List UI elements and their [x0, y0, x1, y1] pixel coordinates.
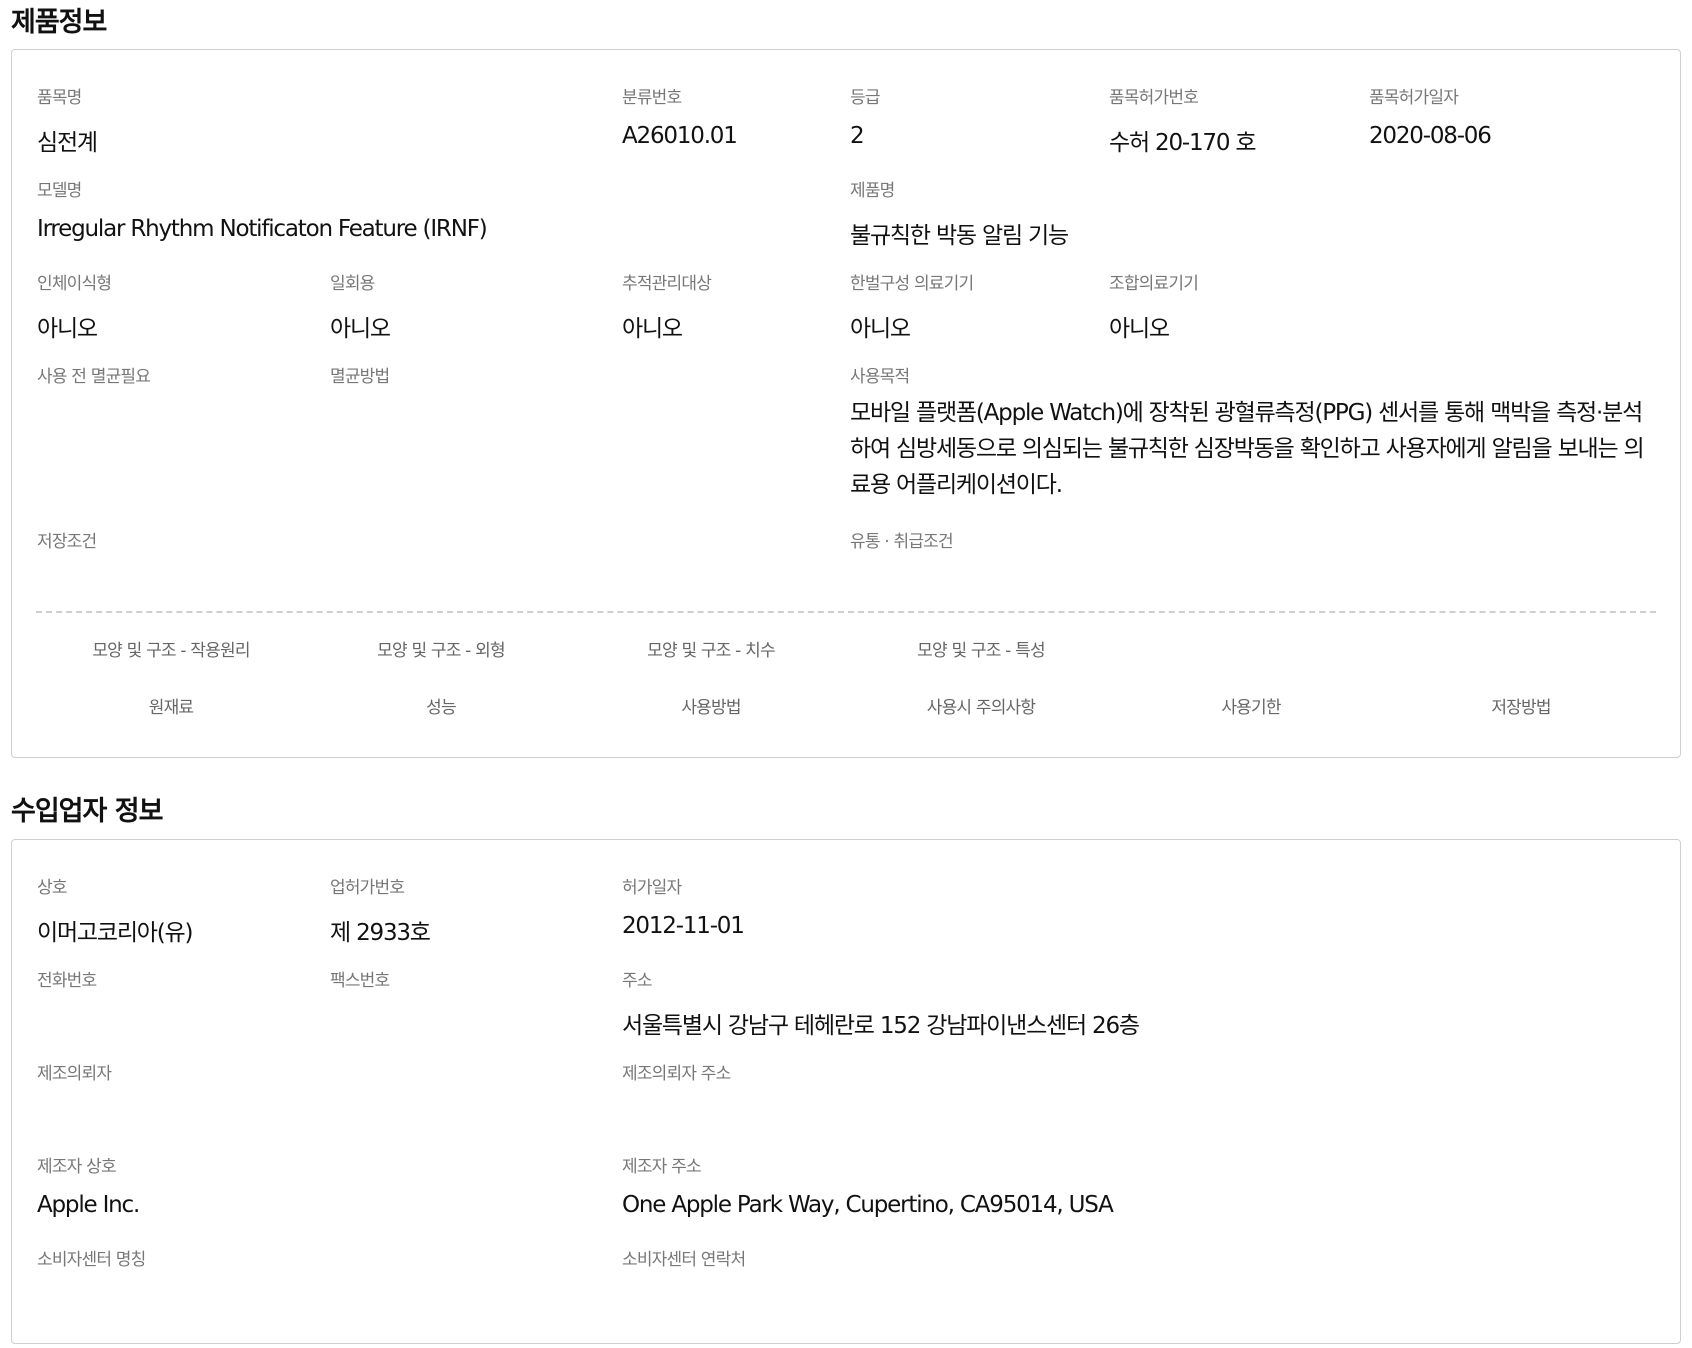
license-no-value: 제 2933호 [330, 920, 431, 946]
link-shape-feature[interactable]: 모양 및 구조 - 특성 [846, 636, 1116, 661]
field-permit-no: 품목허가번호 수허 20-170 호 [1109, 83, 1257, 157]
link-storage-method[interactable]: 저장방법 [1386, 693, 1656, 718]
phone-label: 전화번호 [37, 971, 97, 991]
storage-label: 저장조건 [37, 532, 97, 552]
field-license-date: 허가일자 2012-11-01 [622, 873, 745, 939]
importer-section-title: 수입업자 정보 [11, 796, 163, 827]
importer-info-card: 상호 이머고코리아(유) 업허가번호 제 2933호 허가일자 2012-11-… [11, 839, 1681, 1344]
field-implant: 인체이식형 아니오 [37, 269, 112, 343]
korean-device-label: 한벌구성 의료기기 [850, 274, 974, 294]
tracking-value: 아니오 [622, 316, 683, 342]
purpose-label: 사용목적 [850, 367, 910, 387]
field-license-no: 업허가번호 제 2933호 [330, 873, 431, 947]
link-expiry[interactable]: 사용기한 [1116, 693, 1386, 718]
field-class-no: 분류번호 A26010.01 [622, 83, 738, 149]
field-sterilize-method: 멸균방법 [330, 362, 390, 402]
field-maker-address: 제조자 주소 One Apple Park Way, Cupertino, CA… [622, 1152, 1114, 1218]
license-no-label: 업허가번호 [330, 878, 405, 898]
link-precautions[interactable]: 사용시 주의사항 [846, 693, 1116, 718]
field-sterilize-needed: 사용 전 멸균필요 [37, 362, 151, 402]
product-section-title: 제품정보 [11, 7, 107, 38]
link-shape-dimension[interactable]: 모양 및 구조 - 치수 [576, 636, 846, 661]
field-cs-contact: 소비자센터 연락처 [622, 1245, 746, 1285]
field-address: 주소 서울특별시 강남구 테헤란로 152 강남파이낸스센터 26층 [622, 966, 1140, 1040]
item-name-value: 심전계 [37, 130, 98, 156]
korean-device-value: 아니오 [850, 316, 911, 342]
permit-date-value: 2020-08-06 [1369, 123, 1492, 149]
field-maker: 제조자 상호 Apple Inc. [37, 1152, 140, 1218]
field-product-name: 제품명 불규칙한 박동 알림 기능 [850, 176, 1069, 250]
field-company: 상호 이머고코리아(유) [37, 873, 193, 947]
maker-label: 제조자 상호 [37, 1157, 117, 1177]
field-single-use: 일회용 아니오 [330, 269, 391, 343]
tracking-label: 추적관리대상 [622, 274, 712, 294]
maker-address-label: 제조자 주소 [622, 1157, 702, 1177]
implant-label: 인체이식형 [37, 274, 112, 294]
product-info-card: 품목명 심전계 분류번호 A26010.01 등급 2 품목허가번호 수허 20… [11, 49, 1681, 758]
dashed-divider [36, 611, 1656, 613]
field-combination: 조합의료기기 아니오 [1109, 269, 1199, 343]
link-shape-principle[interactable]: 모양 및 구조 - 작용원리 [36, 636, 306, 661]
class-no-label: 분류번호 [622, 88, 682, 108]
grade-value: 2 [850, 123, 865, 149]
model-label: 모델명 [37, 181, 82, 201]
distribution-label: 유통 · 취급조건 [850, 532, 954, 552]
client-label: 제조의뢰자 [37, 1064, 112, 1084]
company-label: 상호 [37, 878, 67, 898]
purpose-value: 모바일 플랫폼(Apple Watch)에 장착된 광혈류측정(PPG) 센서를… [850, 400, 1645, 498]
permit-date-label: 품목허가일자 [1369, 88, 1459, 108]
link-raw-material[interactable]: 원재료 [36, 693, 306, 718]
implant-value: 아니오 [37, 316, 98, 342]
field-client-address: 제조의뢰자 주소 [622, 1059, 731, 1099]
product-name-value: 불규칙한 박동 알림 기능 [850, 223, 1069, 249]
sterilize-needed-label: 사용 전 멸균필요 [37, 367, 151, 387]
field-purpose: 사용목적 모바일 플랫폼(Apple Watch)에 장착된 광혈류측정(PPG… [850, 362, 1660, 503]
cs-contact-label: 소비자센터 연락처 [622, 1250, 746, 1270]
maker-address-value: One Apple Park Way, Cupertino, CA95014, … [622, 1192, 1114, 1218]
field-distribution: 유통 · 취급조건 [850, 527, 954, 567]
class-no-value: A26010.01 [622, 123, 738, 149]
address-label: 주소 [622, 971, 652, 991]
item-name-label: 품목명 [37, 88, 82, 108]
permit-no-label: 품목허가번호 [1109, 88, 1199, 108]
link-shape-appearance[interactable]: 모양 및 구조 - 외형 [306, 636, 576, 661]
fax-label: 팩스번호 [330, 971, 390, 991]
field-korean-device: 한벌구성 의료기기 아니오 [850, 269, 974, 343]
license-date-value: 2012-11-01 [622, 913, 745, 939]
field-cs-name: 소비자센터 명칭 [37, 1245, 146, 1285]
model-value: Irregular Rhythm Notificaton Feature (IR… [37, 216, 488, 242]
field-tracking: 추적관리대상 아니오 [622, 269, 712, 343]
client-address-label: 제조의뢰자 주소 [622, 1064, 731, 1084]
cs-name-label: 소비자센터 명칭 [37, 1250, 146, 1270]
permit-no-value: 수허 20-170 호 [1109, 130, 1257, 156]
combination-label: 조합의료기기 [1109, 274, 1199, 294]
field-client: 제조의뢰자 [37, 1059, 112, 1099]
field-storage: 저장조건 [37, 527, 97, 567]
field-item-name: 품목명 심전계 [37, 83, 98, 157]
company-value: 이머고코리아(유) [37, 920, 193, 946]
field-model: 모델명 Irregular Rhythm Notificaton Feature… [37, 176, 488, 242]
field-permit-date: 품목허가일자 2020-08-06 [1369, 83, 1492, 149]
address-value: 서울특별시 강남구 테헤란로 152 강남파이낸스센터 26층 [622, 1013, 1140, 1039]
single-use-value: 아니오 [330, 316, 391, 342]
product-name-label: 제품명 [850, 181, 895, 201]
link-usage[interactable]: 사용방법 [576, 693, 846, 718]
license-date-label: 허가일자 [622, 878, 682, 898]
combination-value: 아니오 [1109, 316, 1170, 342]
field-fax: 팩스번호 [330, 966, 390, 1006]
field-phone: 전화번호 [37, 966, 97, 1006]
link-performance[interactable]: 성능 [306, 693, 576, 718]
maker-value: Apple Inc. [37, 1192, 140, 1218]
single-use-label: 일회용 [330, 274, 375, 294]
sterilize-method-label: 멸균방법 [330, 367, 390, 387]
grade-label: 등급 [850, 88, 880, 108]
field-grade: 등급 2 [850, 83, 880, 149]
